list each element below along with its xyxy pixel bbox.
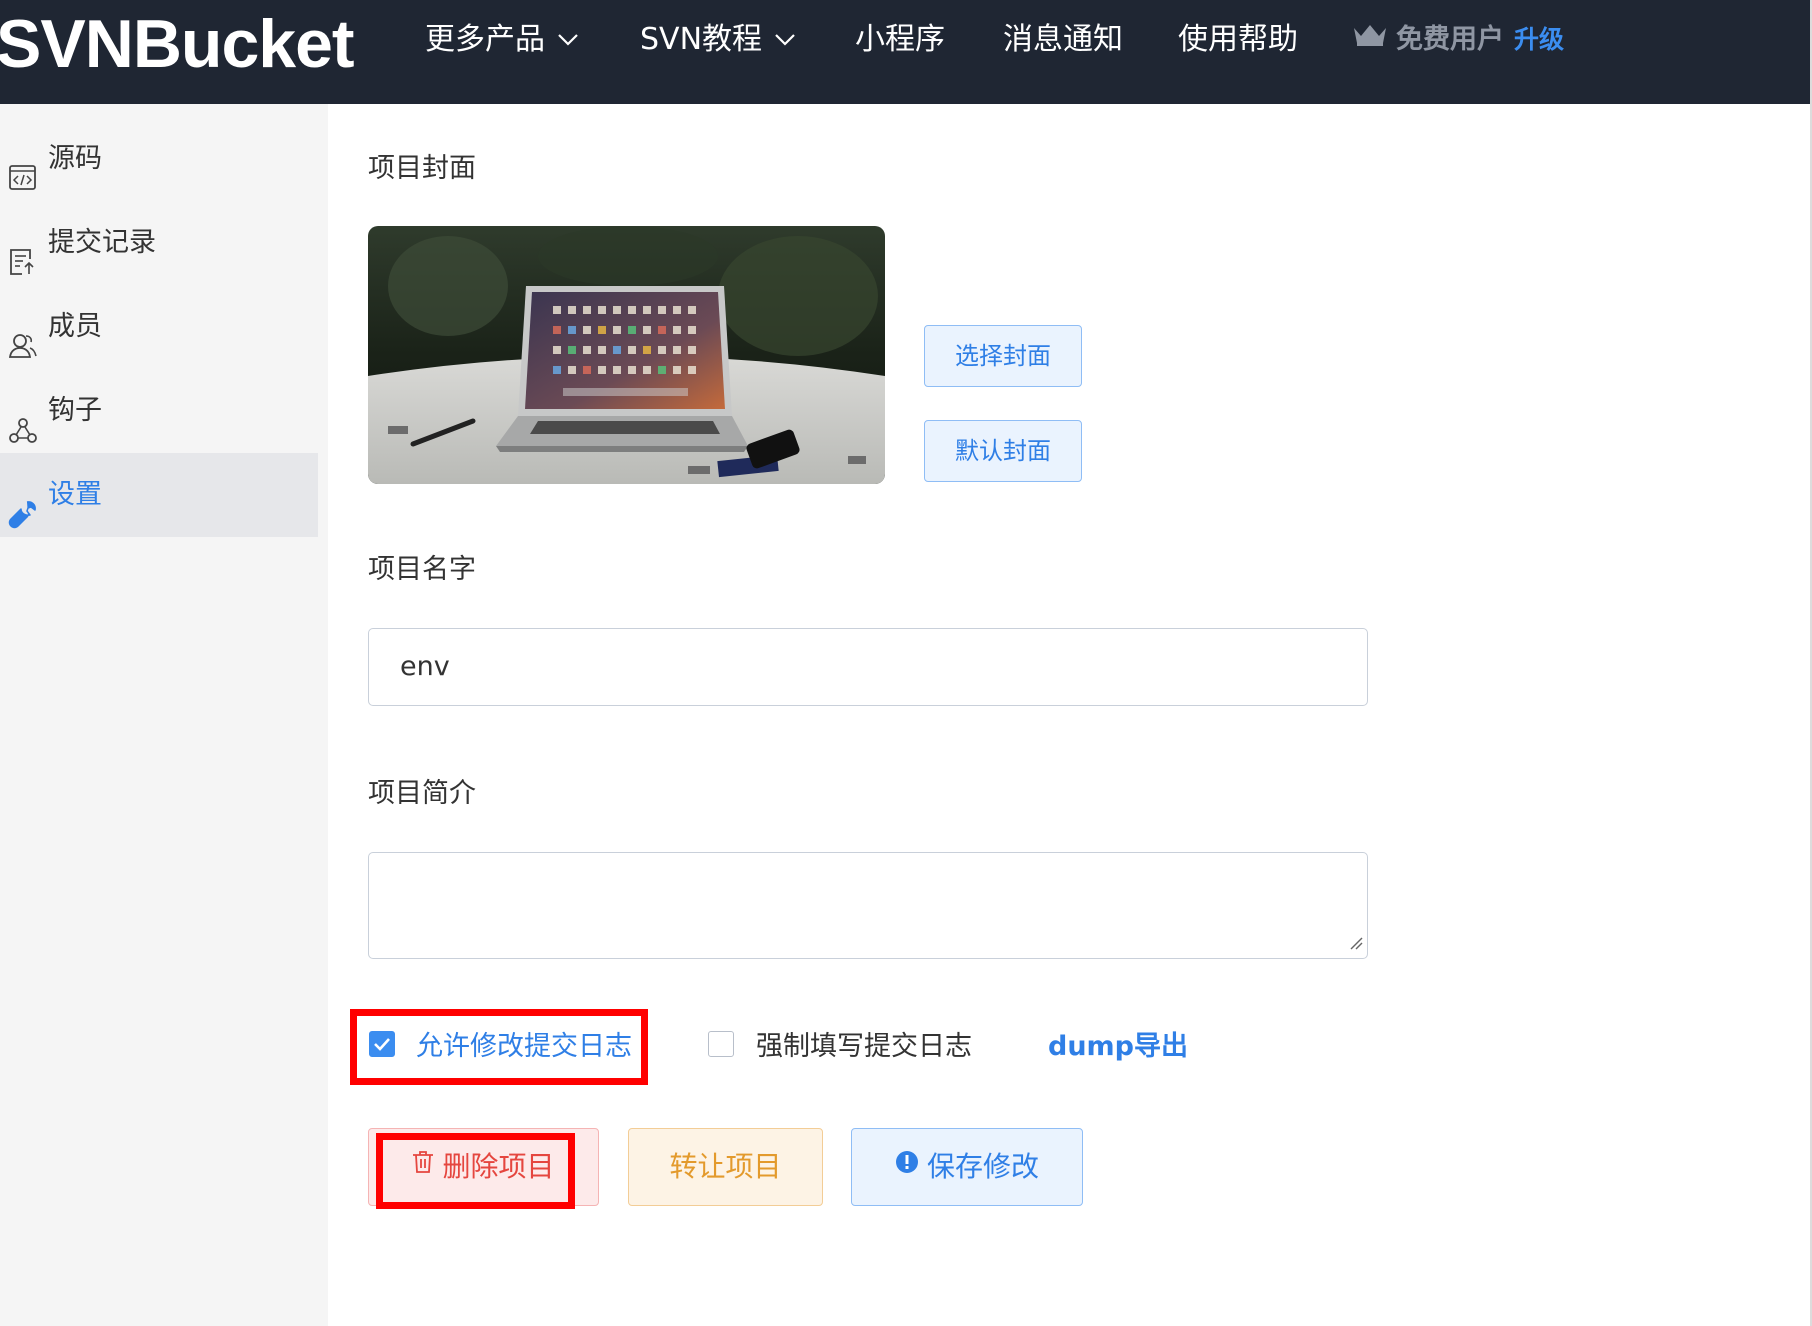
- default-cover-button[interactable]: 默认封面: [924, 420, 1082, 482]
- save-changes-label: 保存修改: [926, 1150, 1039, 1183]
- chevron-down-icon: [557, 0, 579, 78]
- user-area[interactable]: 免费用户 升级: [1352, 0, 1564, 80]
- sidebar-item-members[interactable]: 成员: [0, 285, 318, 369]
- nav-more-products[interactable]: 更多产品: [425, 0, 579, 80]
- commit-log-icon: [8, 227, 38, 275]
- crown-icon: [1352, 0, 1388, 78]
- info-icon: [895, 1127, 919, 1203]
- sidebar-item-settings[interactable]: 设置: [0, 453, 318, 537]
- project-name-input[interactable]: env: [368, 628, 1368, 706]
- transfer-project-button[interactable]: 转让项目: [628, 1128, 823, 1206]
- save-changes-button[interactable]: 保存修改: [851, 1128, 1083, 1206]
- description-label: 项目简介: [368, 778, 476, 809]
- code-file-icon: [8, 143, 38, 190]
- force-log-label[interactable]: 强制填写提交日志: [756, 1024, 972, 1063]
- nav-mini-program[interactable]: 小程序: [855, 0, 945, 80]
- nav-help[interactable]: 使用帮助: [1178, 0, 1298, 80]
- sidebar-item-source[interactable]: 源码: [0, 117, 318, 201]
- sidebar: 源码 提交记录 成员 钩子 设置: [0, 104, 328, 1326]
- top-navbar: SVNBucket 更多产品 SVN教程 小程序 消息通知 使用帮助 免费用户升…: [0, 0, 1812, 104]
- dump-export-link[interactable]: dump导出: [1048, 1024, 1188, 1063]
- nav-svn-tutorial[interactable]: SVN教程: [640, 0, 796, 80]
- chevron-down-icon: [774, 0, 796, 78]
- sidebar-item-label: 钩子: [48, 395, 102, 426]
- wrench-icon: [8, 479, 38, 529]
- highlight-box-delete-button: [376, 1133, 575, 1209]
- sidebar-item-label: 提交记录: [48, 227, 156, 258]
- user-plan: 免费用户: [1396, 24, 1504, 55]
- project-description-textarea[interactable]: [368, 852, 1368, 959]
- highlight-box-allow-edit-log: [350, 1009, 648, 1085]
- webhook-icon: [8, 395, 38, 443]
- name-label: 项目名字: [368, 554, 476, 585]
- sidebar-item-label: 成员: [48, 311, 102, 342]
- select-cover-button[interactable]: 选择封面: [924, 325, 1082, 387]
- nav-notifications[interactable]: 消息通知: [1003, 0, 1123, 80]
- cover-label: 项目封面: [368, 153, 476, 184]
- sidebar-item-hooks[interactable]: 钩子: [0, 369, 318, 453]
- logo[interactable]: SVNBucket: [0, 4, 355, 84]
- sidebar-item-label: 设置: [48, 479, 102, 510]
- resize-handle-icon[interactable]: [1349, 935, 1363, 954]
- force-log-checkbox[interactable]: [708, 1031, 734, 1057]
- nav-svn-tutorial-label: SVN教程: [640, 22, 763, 57]
- members-icon: [8, 311, 38, 358]
- nav-more-products-label: 更多产品: [425, 22, 545, 57]
- cover-image: [368, 226, 885, 484]
- sidebar-item-commits[interactable]: 提交记录: [0, 201, 318, 285]
- sidebar-item-label: 源码: [48, 143, 102, 174]
- upgrade-link[interactable]: 升级: [1514, 25, 1564, 54]
